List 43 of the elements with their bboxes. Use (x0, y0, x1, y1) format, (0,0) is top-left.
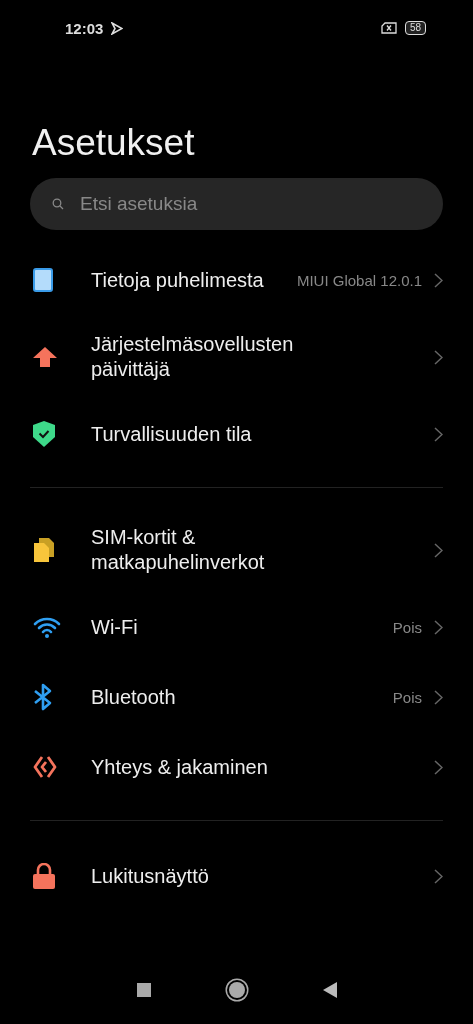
chevron-icon (434, 689, 443, 705)
wifi-icon (33, 616, 61, 638)
chevron-icon (434, 619, 443, 635)
chevron-icon (434, 349, 443, 365)
chevron-icon (434, 759, 443, 775)
page-title: Asetukset (32, 121, 196, 165)
search-field[interactable]: Etsi asetuksia (30, 178, 443, 230)
settings-item[interactable]: Bluetooth Pois (0, 662, 473, 732)
recents-button[interactable] (136, 983, 151, 997)
item-label: Tietoja puhelimesta (91, 267, 265, 293)
phone-icon (33, 268, 53, 292)
settings-item[interactable]: SIM-kortit & matkapuhelinverkot (0, 508, 473, 592)
battery-indicator: 58 (404, 21, 426, 35)
no-sim-icon (380, 22, 397, 34)
chevron-icon (434, 868, 443, 884)
arrow-up-icon (33, 347, 57, 367)
item-value: Pois (392, 618, 422, 636)
item-label: Turvallisuuden tila (91, 421, 253, 447)
bluetooth-icon (33, 683, 53, 711)
chevron-icon (434, 426, 443, 442)
status-time: 12:03 (65, 19, 104, 37)
settings-item[interactable]: Järjestelmäsovellusten päivittäjä (0, 315, 473, 399)
home-button[interactable] (228, 982, 245, 998)
shield-check-icon (33, 421, 55, 447)
settings-item[interactable]: Lukitusnäyttö (0, 841, 473, 911)
item-value: Pois (392, 688, 422, 706)
item-label: Lukitusnäyttö (91, 863, 210, 889)
chevron-icon (434, 542, 443, 558)
item-label: SIM-kortit & matkapuhelinverkot (91, 525, 266, 575)
lock-icon (33, 863, 55, 889)
sim-card-icon (33, 537, 55, 563)
item-label: Wi-Fi (91, 614, 139, 640)
back-button[interactable] (322, 982, 337, 998)
settings-item[interactable]: Tietoja puhelimesta MIUI Global 12.0.1 (0, 245, 473, 315)
item-label: Järjestelmäsovellusten päivittäjä (91, 332, 295, 382)
item-label: Bluetooth (91, 684, 177, 710)
chevron-icon (434, 272, 443, 288)
settings-item[interactable]: Yhteys & jakaminen (0, 732, 473, 802)
item-label: Yhteys & jakaminen (91, 754, 269, 780)
share-icon (33, 755, 59, 779)
settings-item[interactable]: Wi-Fi Pois (0, 592, 473, 662)
settings-item[interactable]: Turvallisuuden tila (0, 399, 473, 469)
item-value: MIUI Global 12.0.1 (296, 271, 422, 289)
